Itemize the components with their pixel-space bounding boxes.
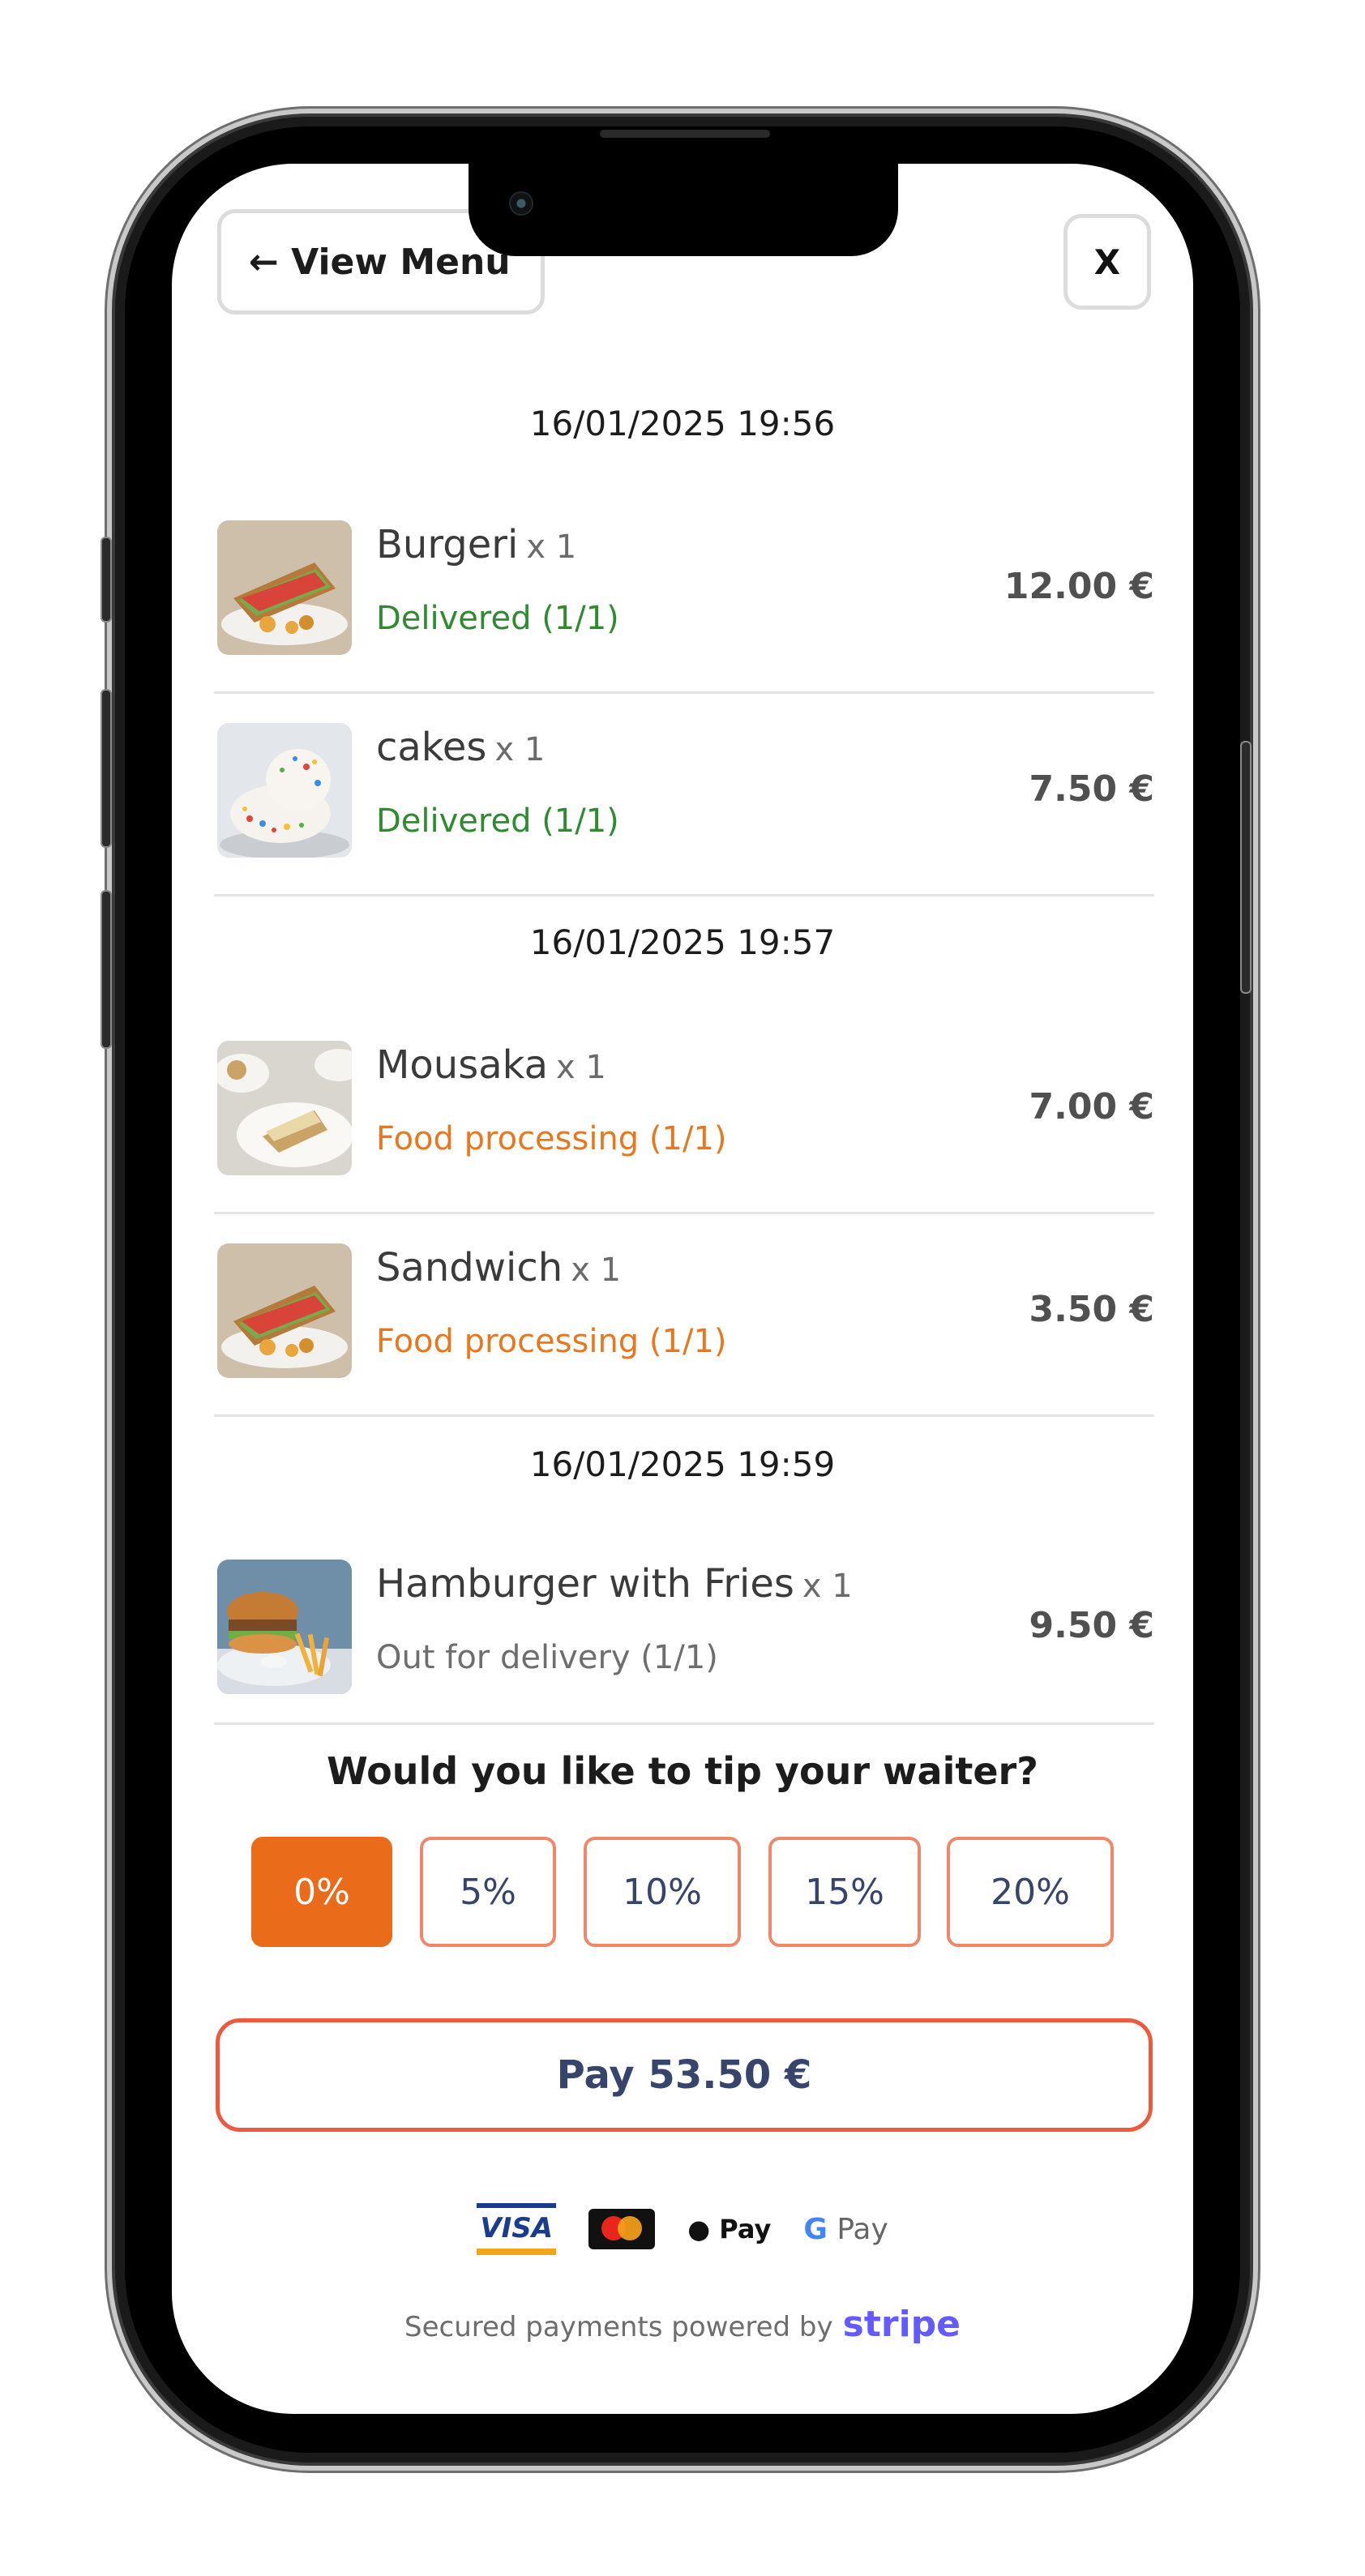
item-status: Delivered (1/1): [376, 802, 619, 840]
order-timestamp: 16/01/2025 19:57: [529, 922, 836, 962]
tip-question: Would you like to tip your waiter?: [327, 1749, 1038, 1793]
tip-option-15[interactable]: 15%: [768, 1837, 921, 1947]
item-status: Food processing (1/1): [376, 1120, 727, 1157]
secured-payments-note: Secured payments powered by stripe: [172, 2304, 1193, 2345]
item-quantity: x 1: [494, 731, 546, 768]
item-quantity: x 1: [571, 1252, 622, 1289]
item-name: cakes x 1: [376, 725, 546, 770]
visa-icon: VISA: [477, 2203, 557, 2255]
item-name: Mousaka x 1: [376, 1042, 606, 1088]
phone-volume-down: [101, 890, 112, 1049]
order-timestamp: 16/01/2025 19:56: [529, 404, 836, 443]
payment-methods: VISA ● Pay G Pay: [172, 2203, 1193, 2255]
item-name: Burgeri x 1: [376, 522, 577, 567]
app-screen: ← View Menu X 16/01/2025 19:56 Burgeri x …: [172, 164, 1193, 2414]
item-quantity: x 1: [802, 1568, 853, 1605]
order-item: cakes x 1 Delivered (1/1) 7.50 €: [214, 694, 1154, 896]
order-timestamp: 16/01/2025 19:59: [529, 1444, 836, 1484]
google-pay-icon: G Pay: [803, 2212, 888, 2246]
tip-option-0[interactable]: 0%: [251, 1837, 392, 1947]
phone-speaker: [600, 130, 770, 138]
phone-power-button: [1240, 741, 1252, 994]
tip-option-5[interactable]: 5%: [420, 1837, 556, 1947]
item-status: Delivered (1/1): [376, 600, 619, 637]
item-name: Sandwich x 1: [376, 1245, 622, 1290]
phone-volume-up: [101, 689, 112, 848]
tip-option-10[interactable]: 10%: [584, 1837, 741, 1947]
item-price: 3.50 €: [1029, 1289, 1155, 1330]
order-item: Sandwich x 1 Food processing (1/1) 3.50 €: [214, 1214, 1154, 1417]
item-price: 12.00 €: [1003, 566, 1154, 607]
stripe-logo-icon: stripe: [842, 2304, 961, 2345]
secured-text: Secured payments powered by: [404, 2311, 833, 2343]
item-price: 9.50 €: [1029, 1605, 1155, 1646]
pay-button[interactable]: Pay 53.50 €: [216, 2018, 1153, 2132]
item-price: 7.50 €: [1029, 768, 1155, 810]
apple-icon: ●: [687, 2214, 711, 2244]
mastercard-icon: [588, 2209, 656, 2249]
item-status: Food processing (1/1): [376, 1323, 727, 1360]
mousaka-photo-icon: [217, 1041, 352, 1175]
order-item: Burgeri x 1 Delivered (1/1) 12.00 €: [214, 491, 1154, 694]
item-price: 7.00 €: [1029, 1086, 1155, 1128]
tip-option-20[interactable]: 20%: [947, 1837, 1114, 1947]
apple-pay-icon: ● Pay: [687, 2214, 772, 2244]
item-quantity: x 1: [556, 1049, 606, 1086]
item-status: Out for delivery (1/1): [376, 1639, 718, 1676]
item-name: Hamburger with Fries x 1: [376, 1561, 853, 1607]
item-quantity: x 1: [526, 528, 577, 566]
hamburger-photo-icon: [217, 1560, 352, 1694]
burger-photo-icon: [217, 520, 352, 655]
cake-photo-icon: [217, 723, 352, 858]
order-item: Mousaka x 1 Food processing (1/1) 7.00 €: [214, 1012, 1154, 1214]
close-button[interactable]: X: [1063, 214, 1151, 310]
camera-icon: [509, 191, 533, 216]
order-item: Hamburger with Fries x 1 Out for delivery…: [214, 1530, 1154, 1725]
sandwich-photo-icon: [217, 1243, 352, 1378]
phone-side-button: [101, 537, 112, 623]
